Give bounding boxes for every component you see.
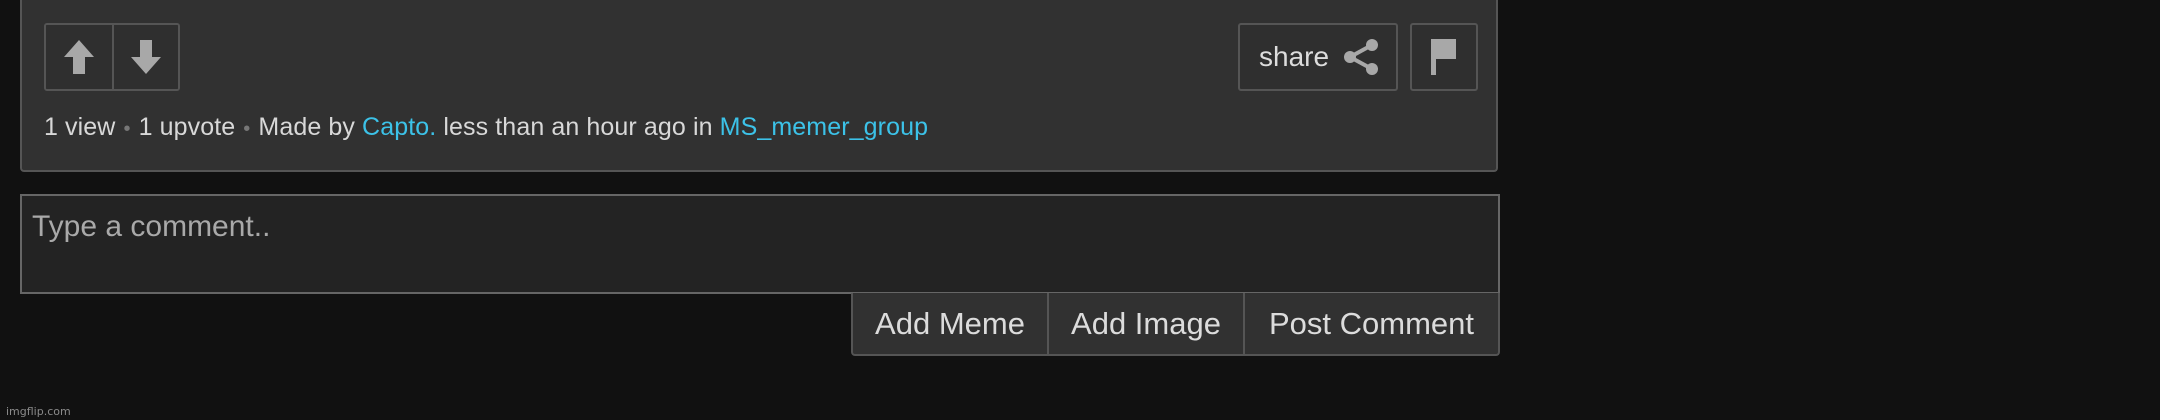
group-link[interactable]: MS_memer_group — [720, 113, 928, 141]
post-comment-button[interactable]: Post Comment — [1243, 293, 1498, 354]
comment-actions: Add Meme Add Image Post Comment — [851, 293, 1500, 356]
share-label: share — [1259, 41, 1330, 72]
downvote-button[interactable] — [111, 25, 178, 89]
comment-input[interactable] — [20, 194, 1500, 294]
vote-group — [44, 23, 180, 91]
upvote-count: 1 upvote — [138, 113, 236, 141]
arrow-up-icon — [63, 40, 94, 74]
share-button[interactable]: share — [1238, 23, 1398, 91]
flag-icon — [1431, 39, 1456, 75]
upvote-button[interactable] — [46, 25, 112, 89]
author-link[interactable]: Capto. — [362, 113, 436, 141]
share-icon — [1344, 39, 1379, 75]
arrow-down-icon — [130, 40, 161, 74]
flag-button[interactable] — [1410, 23, 1478, 91]
post-panel: share 1 view • 1 upvote • Made by Capto. les… — [20, 0, 1498, 172]
view-count: 1 view — [44, 113, 116, 141]
add-image-button[interactable]: Add Image — [1047, 293, 1243, 354]
time-label: less than an hour ago in — [443, 113, 713, 141]
separator-dot: • — [243, 118, 251, 140]
watermark: imgflip.com — [6, 405, 71, 418]
add-meme-button[interactable]: Add Meme — [853, 293, 1047, 354]
separator-dot: • — [123, 118, 131, 140]
post-meta: 1 view • 1 upvote • Made by Capto. less than… — [44, 113, 928, 142]
made-by-label: Made by — [258, 113, 355, 141]
